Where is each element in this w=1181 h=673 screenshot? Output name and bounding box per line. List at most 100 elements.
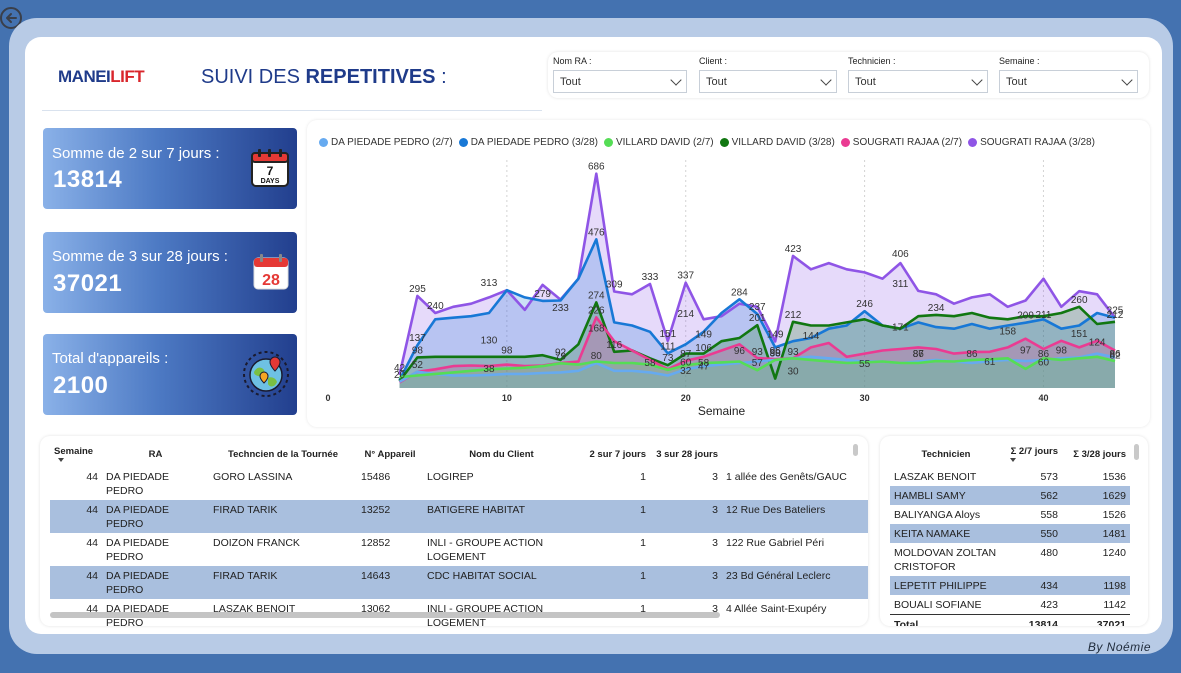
table-cell: 44 — [50, 566, 102, 599]
column-header[interactable]: Semaine — [50, 441, 102, 467]
data-label: 93 — [787, 347, 799, 358]
table-row[interactable]: 44 DA PIEDADE PEDRO DOIZON FRANCK 12852 INLI… — [50, 533, 868, 566]
column-header[interactable]: N° Appareil — [357, 441, 423, 467]
table-cell: 44 — [86, 471, 98, 483]
table-cell: DA PIEDADE PEDRO — [102, 566, 209, 599]
table-header-row: Technicien Σ 2/7 jours Σ 3/28 jours — [890, 441, 1130, 467]
table-cell: 3 — [712, 537, 718, 549]
column-header[interactable]: Nom du Client — [423, 441, 580, 467]
data-label: 57 — [752, 358, 764, 369]
table-row[interactable]: LASZAK BENOIT 573 1536 — [890, 467, 1130, 486]
data-label: 58 — [698, 358, 710, 369]
total-cell: Total — [890, 614, 1002, 626]
data-label: 60 — [1038, 357, 1050, 368]
technicien-table-panel: Technicien Σ 2/7 jours Σ 3/28 jours LASZAK… — [880, 436, 1148, 626]
semaine-dropdown[interactable]: Tout — [999, 70, 1138, 93]
nom-ra-dropdown[interactable]: Tout — [553, 70, 687, 93]
table-cell: 423 — [1040, 599, 1058, 611]
kpi-value: 2100 — [53, 372, 109, 399]
table-cell: 1 allée des Genêts/GAUC — [726, 471, 847, 483]
kpi-value: 13814 — [53, 166, 123, 193]
filter-value: Tout — [855, 75, 876, 88]
table-cell: 3 — [650, 566, 722, 599]
table-cell: HAMBLI SAMY — [890, 486, 1002, 505]
column-header[interactable]: Σ 2/7 jours — [1002, 441, 1062, 467]
data-label: 476 — [588, 227, 605, 238]
column-header[interactable]: Technicien — [890, 441, 1002, 467]
filter-label: Technicien : — [848, 56, 896, 66]
repetitives-table-panel: Semaine RA Techncien de la Tournée N° Appar… — [40, 436, 868, 626]
column-header[interactable]: Techncien de la Tournée — [209, 441, 357, 467]
table-cell: LASZAK BENOIT — [894, 471, 977, 483]
table-cell: INLI - GROUPE ACTION LOGEMENT — [427, 537, 544, 563]
column-header[interactable]: Adres — [722, 441, 868, 467]
filter-client: Client : Tout — [699, 55, 837, 93]
data-label: 87 — [680, 349, 692, 360]
table-cell: 558 — [1040, 509, 1058, 521]
table-cell: 44 — [50, 500, 102, 533]
column-header[interactable]: 3 sur 28 jours — [650, 441, 722, 467]
data-label: 212 — [785, 310, 802, 321]
data-label: 149 — [767, 329, 784, 340]
table-cell: 4 Allée Saint-Exupéry — [726, 603, 827, 615]
table-row[interactable]: MOLDOVAN ZOLTAN CRISTOFOR 480 1240 — [890, 543, 1130, 576]
data-label: 93 — [752, 347, 764, 358]
table-row[interactable]: BOUALI SOFIANE 423 1142 — [890, 595, 1130, 615]
vertical-scrollbar[interactable] — [853, 444, 858, 456]
data-label: 313 — [481, 278, 498, 289]
table-row[interactable]: BALIYANGA Aloys 558 1526 — [890, 505, 1130, 524]
logo-text-maneï: MANEI — [58, 67, 111, 86]
data-label: 158 — [999, 327, 1016, 338]
data-label: 279 — [534, 289, 551, 300]
calendar-7-days-icon: 7 DAYS — [251, 149, 289, 187]
filter-bar: Nom RA : Tout Client : Tout Technicien :… — [548, 52, 1149, 98]
table-row[interactable]: 44 DA PIEDADE PEDRO GORO LASSINA 15486 LOGIR… — [50, 467, 868, 500]
data-label: 234 — [928, 303, 945, 314]
data-label: 90 — [770, 348, 782, 359]
x-tick-label: 10 — [502, 393, 512, 403]
data-label: 111 — [660, 341, 676, 352]
table-cell: 573 — [1040, 471, 1058, 483]
data-label: 151 — [1071, 329, 1088, 340]
data-label: 274 — [588, 290, 605, 301]
table-row[interactable]: 44 DA PIEDADE PEDRO FIRAD TARIK 14643 CDC HA… — [50, 566, 868, 599]
table-cell: 1536 — [1102, 471, 1126, 483]
client-dropdown[interactable]: Tout — [699, 70, 837, 93]
column-header[interactable]: RA — [102, 441, 209, 467]
filter-semaine: Semaine : Tout — [999, 55, 1138, 93]
table-row[interactable]: 44 DA PIEDADE PEDRO FIRAD TARIK 13252 BATIGE… — [50, 500, 868, 533]
calendar-number: 7 — [267, 164, 274, 178]
area-chart[interactable]: 2042295137985224031313038982792339279686… — [307, 120, 1150, 427]
chevron-down-icon — [971, 73, 983, 86]
page-title: SUIVI DES REPETITIVES : — [201, 66, 447, 89]
x-tick-label: 30 — [860, 393, 870, 403]
horizontal-scrollbar[interactable] — [50, 612, 720, 618]
table-cell: 3 — [712, 471, 718, 483]
technicien-dropdown[interactable]: Tout — [848, 70, 988, 93]
data-label: 201 — [749, 313, 766, 324]
technicien-table: Technicien Σ 2/7 jours Σ 3/28 jours LASZAK… — [890, 441, 1130, 626]
chart-panel: DA PIEDADE PEDRO (2/7) DA PIEDADE PEDRO (… — [307, 120, 1150, 427]
table-cell: 122 Rue Gabriel Péri — [726, 537, 825, 549]
table-body: LASZAK BENOIT 573 1536 HAMBLI SAMY 562 1629 BA… — [890, 467, 1130, 626]
vertical-scrollbar[interactable] — [1134, 444, 1139, 460]
table-cell: BATIGERE HABITAT — [423, 500, 580, 533]
table-row[interactable]: KEITA NAMAKE 550 1481 — [890, 524, 1130, 543]
data-label: 214 — [677, 309, 694, 320]
table-cell: FIRAD TARIK — [209, 500, 357, 533]
column-header[interactable]: 2 sur 7 jours — [580, 441, 650, 467]
kpi-card-total-appareils: Total d'appareils : 2100 — [43, 334, 297, 415]
table-cell: 1481 — [1062, 524, 1130, 543]
data-label: 233 — [552, 303, 569, 314]
table-header-row: Semaine RA Techncien de la Tournée N° Appar… — [50, 441, 868, 467]
total-cell: 13814 — [1002, 614, 1062, 626]
table-cell: 14643 — [357, 566, 423, 599]
data-label: 30 — [787, 367, 799, 378]
table-cell: 1526 — [1102, 509, 1126, 521]
data-label: 295 — [409, 284, 426, 295]
column-header[interactable]: Σ 3/28 jours — [1062, 441, 1130, 467]
table-row[interactable]: LEPETIT PHILIPPE 434 1198 — [890, 576, 1130, 595]
table-row[interactable]: HAMBLI SAMY 562 1629 — [890, 486, 1130, 505]
title-bold: REPETITIVES — [305, 66, 436, 88]
table-cell: 3 — [650, 500, 722, 533]
